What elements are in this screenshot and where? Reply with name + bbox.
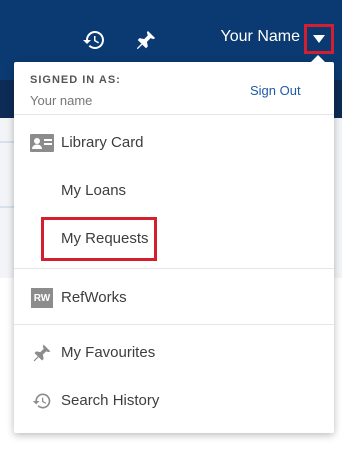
menu-item-label: My Loans [61,182,127,199]
menu-item-my-loans[interactable]: My Loans [14,173,334,209]
menu-item-my-favourites[interactable]: My Favourites [14,335,334,371]
divider [14,114,334,115]
divider [0,206,14,208]
caret-down-icon [313,35,325,43]
menu-item-search-history[interactable]: Search History [14,383,334,419]
signed-in-label: SIGNED IN AS: [30,74,121,86]
menu-item-label: My Favourites [61,344,156,361]
user-dropdown-menu: SIGNED IN AS: Your name Sign Out Library… [14,55,334,433]
user-name[interactable]: Your Name [214,28,300,46]
divider [14,268,334,269]
menu-item-label: Search History [61,392,160,409]
menu-item-label: Library Card [61,134,144,151]
history-icon [30,389,54,413]
highlight-box [41,217,157,261]
refworks-icon: RW [30,286,54,310]
refworks-badge: RW [31,288,53,308]
pin-icon [136,30,156,50]
user-menu-toggle[interactable] [304,24,334,54]
menu-item-label: RefWorks [61,289,127,306]
divider [0,141,14,143]
search-history-button[interactable] [78,24,110,56]
divider [14,324,334,325]
favourites-button[interactable] [130,24,162,56]
history-icon [83,31,104,49]
dropdown-arrow [310,55,326,63]
library-card-icon [30,131,54,155]
signed-in-name: Your name [30,93,93,108]
pin-icon [30,341,54,365]
menu-item-refworks[interactable]: RW RefWorks [14,280,334,316]
sign-out-link[interactable]: Sign Out [250,83,301,98]
menu-item-library-card[interactable]: Library Card [14,125,334,161]
